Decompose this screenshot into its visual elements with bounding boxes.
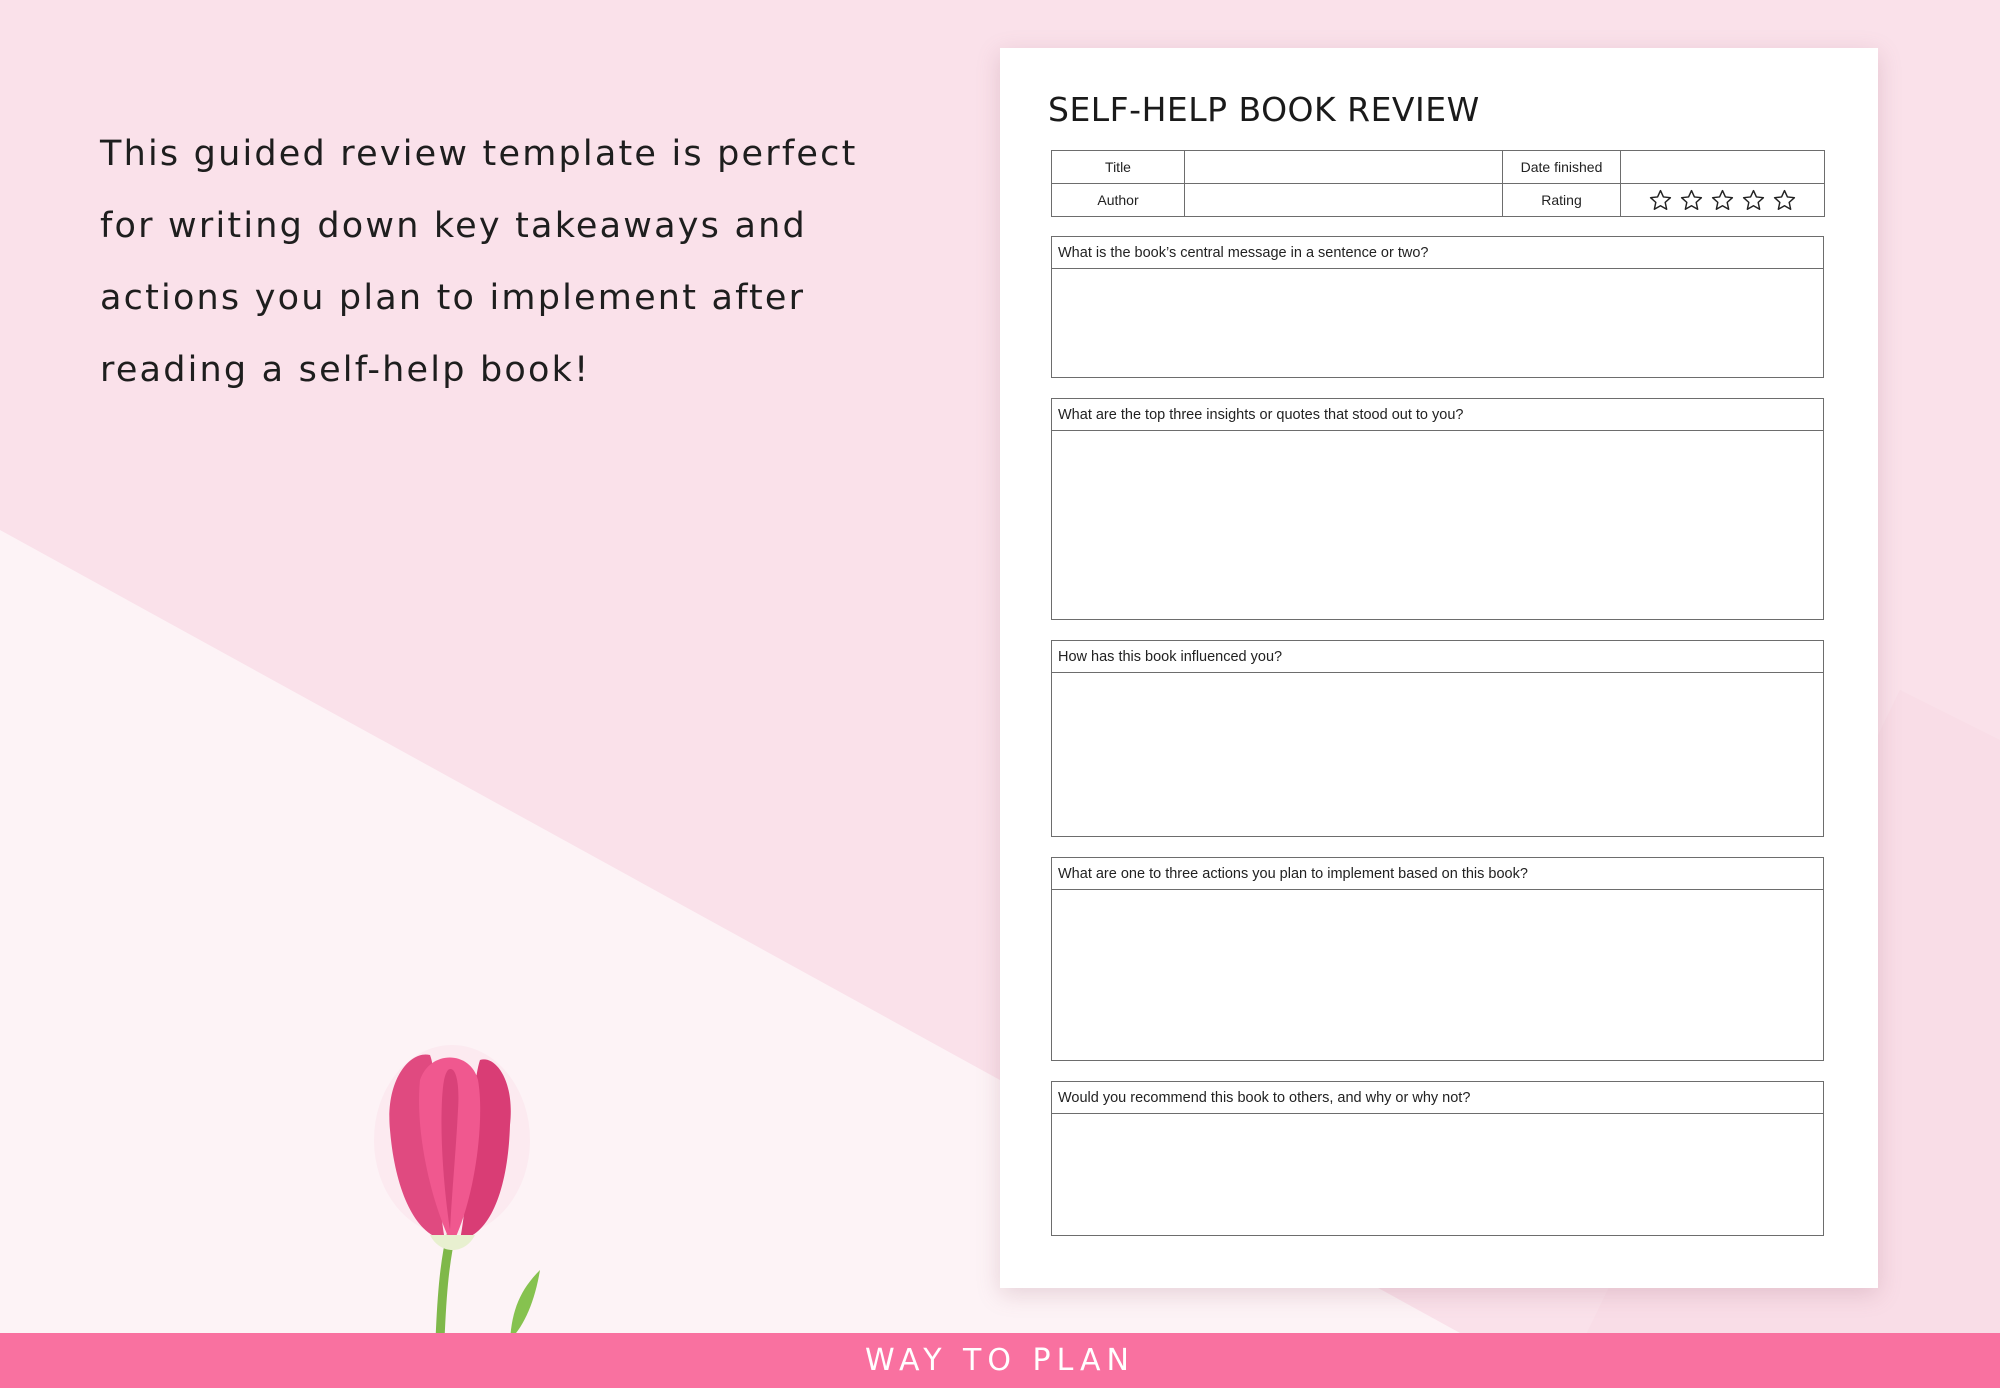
date-finished-field[interactable]	[1620, 150, 1825, 184]
question-label: How has this book influenced you?	[1052, 641, 1823, 673]
footer-bar: WAY TO PLAN	[0, 1333, 2000, 1388]
question-box-actions[interactable]: What are one to three actions you plan t…	[1051, 857, 1824, 1061]
title-label: Title	[1051, 150, 1185, 184]
rating-stars	[1621, 188, 1824, 213]
rating-label: Rating	[1502, 183, 1621, 217]
question-box-central-message[interactable]: What is the book’s central message in a …	[1051, 236, 1824, 378]
question-label: Would you recommend this book to others,…	[1052, 1082, 1823, 1114]
book-info-table: Title Date finished Author Rating	[1051, 150, 1825, 217]
title-field[interactable]	[1184, 150, 1503, 184]
author-field[interactable]	[1184, 183, 1503, 217]
author-label: Author	[1051, 183, 1185, 217]
brand-name: WAY TO PLAN	[864, 1343, 1135, 1378]
pink-tulip-icon	[374, 1045, 540, 1340]
star-outline-icon[interactable]	[1679, 188, 1704, 213]
question-label: What is the book’s central message in a …	[1052, 237, 1823, 269]
star-outline-icon[interactable]	[1741, 188, 1766, 213]
document-title: SELF-HELP BOOK REVIEW	[1048, 90, 1480, 129]
promo-text: This guided review template is perfect f…	[100, 134, 858, 390]
star-outline-icon[interactable]	[1648, 188, 1673, 213]
rating-field	[1620, 183, 1825, 217]
question-label: What are the top three insights or quote…	[1052, 399, 1823, 431]
question-box-recommend[interactable]: Would you recommend this book to others,…	[1051, 1081, 1824, 1236]
review-sheet: SELF-HELP BOOK REVIEW Title Date finishe…	[1000, 48, 1878, 1288]
question-box-insights[interactable]: What are the top three insights or quote…	[1051, 398, 1824, 620]
star-outline-icon[interactable]	[1772, 188, 1797, 213]
question-box-influence[interactable]: How has this book influenced you?	[1051, 640, 1824, 837]
date-finished-label: Date finished	[1502, 150, 1621, 184]
question-label: What are one to three actions you plan t…	[1052, 858, 1823, 890]
star-outline-icon[interactable]	[1710, 188, 1735, 213]
